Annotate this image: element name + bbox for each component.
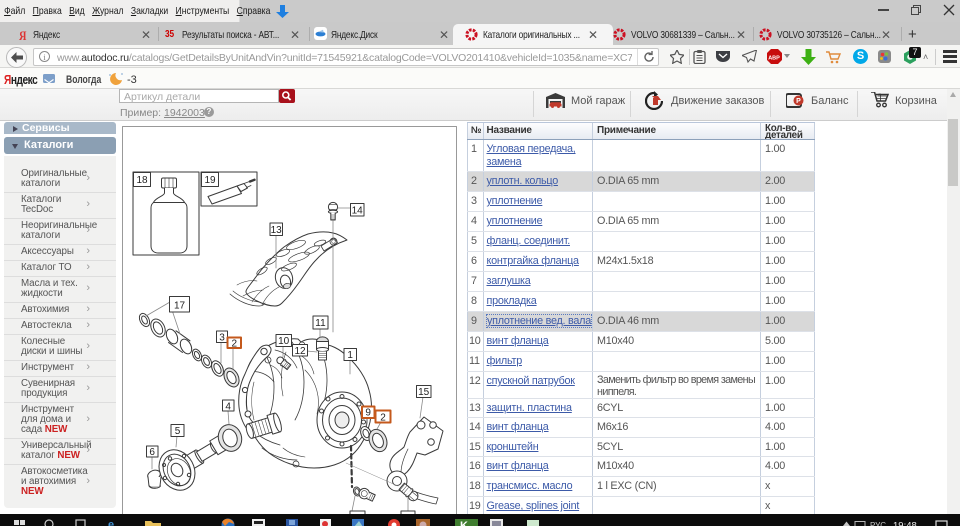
svg-text:14: 14 [352, 205, 364, 216]
svg-text:5: 5 [175, 426, 181, 437]
svg-text:11: 11 [315, 318, 326, 329]
svg-text:15: 15 [418, 387, 430, 398]
svg-text:2: 2 [380, 413, 386, 424]
svg-text:19: 19 [204, 175, 216, 186]
svg-text:19:48: 19:48 [893, 521, 917, 526]
svg-text:K: K [460, 520, 468, 526]
svg-text:2: 2 [232, 339, 238, 350]
svg-text:17: 17 [174, 301, 186, 312]
svg-text:e: e [108, 519, 114, 526]
svg-text:3: 3 [219, 333, 225, 344]
svg-text:18: 18 [136, 175, 148, 186]
svg-text:4: 4 [225, 401, 231, 412]
svg-text:9: 9 [365, 408, 371, 419]
svg-text:13: 13 [271, 225, 283, 236]
svg-text:10: 10 [278, 336, 290, 347]
svg-text:12: 12 [294, 346, 306, 357]
svg-text:1: 1 [347, 350, 353, 361]
svg-text:6: 6 [149, 447, 155, 458]
svg-text:РУС: РУС [870, 521, 886, 526]
